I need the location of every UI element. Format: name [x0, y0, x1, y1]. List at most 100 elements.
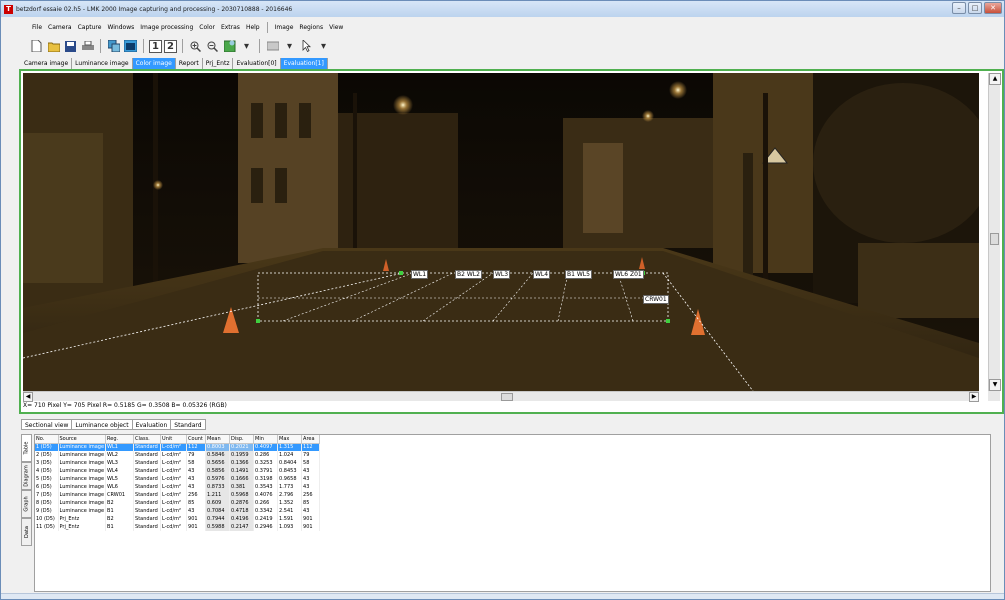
region-label-crw01[interactable]: CRW01 [643, 295, 669, 304]
table-cell: 0.286 [253, 451, 279, 459]
side-tab-diagram[interactable]: Diagram [21, 462, 32, 490]
menu-view[interactable]: View [326, 24, 346, 31]
zoom-out-icon[interactable] [205, 39, 220, 54]
night-street-photo[interactable]: WL1 B2 WL2 WL3 WL4 B1 WL5 WL6 Z01 CRW01 [23, 73, 979, 391]
col-header-no[interactable]: No. [35, 435, 59, 444]
side-tab-data[interactable]: Data [21, 518, 32, 546]
table-cell: L-cd/m² [160, 491, 188, 499]
table-cell: 901 [301, 515, 321, 523]
scroll-right-icon[interactable]: ▶ [969, 392, 979, 402]
menu-windows[interactable]: Windows [104, 24, 137, 31]
table-row[interactable]: 11 (D5) Prj_Entz B1 Standard L-cd/m² 901 0.598… [35, 523, 321, 531]
print-icon[interactable] [80, 39, 95, 54]
region-tool-icon[interactable] [265, 39, 280, 54]
table-cell: L-cd/m² [160, 515, 188, 523]
tab-camera-image[interactable]: Camera image [21, 58, 73, 69]
window-layout-icon[interactable] [123, 39, 138, 54]
col-header-count[interactable]: Count [186, 435, 207, 444]
menu-extras[interactable]: Extras [218, 24, 243, 31]
table-row[interactable]: 4 (D5) Luminance image WL4 Standard L-cd/m² 4… [35, 467, 321, 475]
scroll-down-icon[interactable]: ▼ [989, 379, 1001, 391]
col-header-area[interactable]: Area [301, 435, 321, 444]
tab-color-image[interactable]: Color image [132, 58, 176, 69]
table-row[interactable]: 6 (D5) Luminance image WL6 Standard L-cd/m² 4… [35, 483, 321, 491]
table-cell: 0.3253 [253, 459, 279, 467]
tab-standard[interactable]: Standard [171, 419, 206, 430]
table-row[interactable]: 2 (D5) Luminance image WL2 Standard L-cd/m² 7… [35, 451, 321, 459]
table-body: 1 (D5) Luminance image WL1 Standard L-cd/m² 1… [35, 443, 321, 531]
horizontal-scrollbar[interactable]: ◀ ▶ [23, 391, 979, 402]
table-cell: 43 [186, 483, 207, 491]
scroll-up-icon[interactable]: ▲ [989, 73, 1001, 85]
menu-image-processing[interactable]: Image processing [137, 24, 196, 31]
results-table-pane: No. Source Reg. Class. Unit Count Mean D… [34, 434, 991, 592]
side-tab-label: Graph [23, 496, 30, 512]
view-two-button[interactable]: 2 [164, 39, 177, 53]
save-icon[interactable] [63, 39, 78, 54]
new-file-icon[interactable] [29, 39, 44, 54]
col-header-min[interactable]: Min [253, 435, 279, 444]
tab-evaluation-0[interactable]: Evaluation[0] [233, 58, 281, 69]
vertical-scrollbar[interactable]: ▲ ▼ [988, 73, 1001, 391]
col-header-unit[interactable]: Unit [160, 435, 188, 444]
table-cell: 1.211 [205, 491, 231, 499]
tab-luminance-image[interactable]: Luminance image [72, 58, 133, 69]
image-color-icon[interactable] [222, 39, 237, 54]
region-label-wl3[interactable]: WL3 [493, 270, 511, 279]
side-tab-table[interactable]: Table [21, 434, 32, 462]
region-label-wl6-z01[interactable]: WL6 Z01 [613, 270, 644, 279]
menu-file[interactable]: File [29, 24, 45, 31]
tab-prj-entz[interactable]: Prj_Entz [202, 58, 234, 69]
region-label-b1-wl5[interactable]: B1 WL5 [565, 270, 592, 279]
region-label-wl4[interactable]: WL4 [533, 270, 551, 279]
table-cell: 0.5846 [205, 451, 231, 459]
col-header-class[interactable]: Class. [133, 435, 162, 444]
tab-luminance-object[interactable]: Luminance object [72, 419, 133, 430]
table-cell: 1.773 [277, 483, 303, 491]
scroll-left-icon[interactable]: ◀ [23, 392, 33, 402]
menu-image[interactable]: Image [272, 24, 297, 31]
tab-evaluation[interactable]: Evaluation [132, 419, 172, 430]
zoom-in-icon[interactable] [188, 39, 203, 54]
region-label-wl1[interactable]: WL1 [411, 270, 429, 279]
chevron-down-icon[interactable]: ▾ [239, 39, 254, 54]
table-row[interactable]: 7 (D5) Luminance image CRW01 Standard L-cd/m… [35, 491, 321, 499]
table-row[interactable]: 5 (D5) Luminance image WL5 Standard L-cd/m² 4… [35, 475, 321, 483]
table-cell: 7 (D5) [35, 491, 59, 499]
table-row[interactable]: 8 (D5) Luminance image B2 Standard L-cd/m² 85… [35, 499, 321, 507]
close-button[interactable]: ✕ [984, 2, 1002, 14]
menu-help[interactable]: Help [243, 24, 263, 31]
horizontal-scroll-thumb[interactable] [501, 393, 513, 401]
col-header-region[interactable]: Reg. [105, 435, 135, 444]
tab-evaluation-1[interactable]: Evaluation[1] [280, 58, 328, 69]
table-row[interactable]: 10 (D5) Prj_Entz B2 Standard L-cd/m² 901 0.794… [35, 515, 321, 523]
col-header-source[interactable]: Source [58, 435, 107, 444]
vertical-scroll-thumb[interactable] [990, 233, 999, 245]
minimize-button[interactable]: – [952, 2, 966, 14]
image-viewer[interactable]: WL1 B2 WL2 WL3 WL4 B1 WL5 WL6 Z01 CRW01 … [19, 69, 1004, 414]
open-folder-icon[interactable] [46, 39, 61, 54]
table-row[interactable]: 1 (D5) Luminance image WL1 Standard L-cd/m² 1… [35, 443, 321, 451]
tab-report[interactable]: Report [175, 58, 203, 69]
app-logo-icon: T [4, 4, 13, 14]
menu-camera[interactable]: Camera [45, 24, 75, 31]
menu-capture[interactable]: Capture [75, 24, 105, 31]
pointer-cursor-icon[interactable] [299, 39, 314, 54]
table-row[interactable]: 9 (D5) Luminance image B1 Standard L-cd/m² 43… [35, 507, 321, 515]
col-header-disp[interactable]: Disp. [229, 435, 255, 444]
view-one-button[interactable]: 1 [149, 39, 162, 53]
maximize-button[interactable]: □ [968, 2, 982, 14]
copy-window-icon[interactable] [106, 39, 121, 54]
chevron-down-icon[interactable]: ▾ [316, 39, 331, 54]
table-cell: 2 (D5) [35, 451, 59, 459]
table-cell: 0.3342 [253, 507, 279, 515]
side-tab-graph[interactable]: Graph [21, 490, 32, 518]
col-header-max[interactable]: Max [277, 435, 303, 444]
col-header-mean[interactable]: Mean [205, 435, 231, 444]
menu-color[interactable]: Color [196, 24, 218, 31]
table-row[interactable]: 3 (D5) Luminance image WL3 Standard L-cd/m² 5… [35, 459, 321, 467]
region-label-b2-wl2[interactable]: B2 WL2 [455, 270, 482, 279]
tab-sectional-view[interactable]: Sectional view [21, 419, 73, 430]
menu-regions[interactable]: Regions [296, 24, 326, 31]
chevron-down-icon[interactable]: ▾ [282, 39, 297, 54]
